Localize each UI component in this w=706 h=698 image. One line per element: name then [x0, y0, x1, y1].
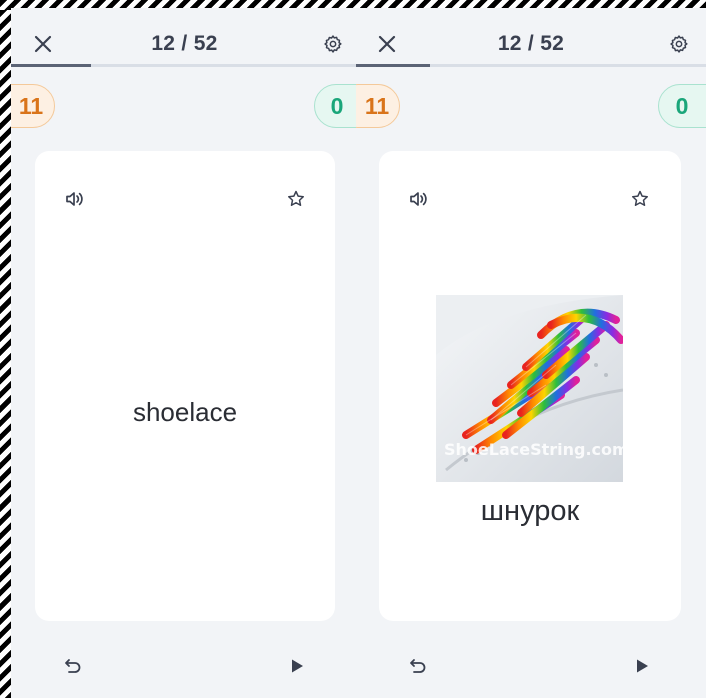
progress-fill [356, 64, 430, 67]
study-header: 12 / 52 [356, 8, 706, 70]
decorative-border-left [0, 10, 11, 698]
speaker-icon[interactable] [64, 188, 86, 210]
card-counter: 12 / 52 [151, 32, 218, 55]
play-icon[interactable] [286, 655, 308, 677]
card-term: shoelace [132, 397, 238, 427]
gear-icon[interactable] [322, 33, 344, 55]
undo-icon[interactable] [407, 655, 429, 677]
study-header: 12 / 52 [11, 8, 358, 70]
correct-count-badge: 0 [658, 84, 706, 128]
undo-icon[interactable] [62, 655, 84, 677]
wrong-count-badge: 11 [356, 84, 400, 128]
shoelace-photo: ShoeLaceString.com [436, 295, 623, 482]
flashcard[interactable]: ShoeLaceString.com шнурок [379, 151, 681, 621]
play-icon[interactable] [631, 655, 653, 677]
photo-watermark: ShoeLaceString.com [444, 440, 623, 459]
star-icon[interactable] [285, 188, 307, 210]
progress-fill [11, 64, 91, 67]
flashcard-panel-back: 12 / 52 11 0 ShoeLaceString.com шнурок [356, 8, 706, 698]
correct-count-badge: 0 [314, 84, 358, 128]
progress-track [356, 64, 706, 67]
card-definition: шнурок [480, 495, 580, 527]
star-icon[interactable] [629, 188, 651, 210]
card-counter: 12 / 52 [497, 32, 565, 55]
gear-icon[interactable] [668, 33, 690, 55]
flashcard-panel-front: 12 / 52 11 0 shoelace [11, 8, 358, 698]
flashcard[interactable]: shoelace [35, 151, 335, 621]
speaker-icon[interactable] [408, 188, 430, 210]
wrong-count-badge: 11 [11, 84, 55, 128]
progress-track [11, 64, 358, 67]
